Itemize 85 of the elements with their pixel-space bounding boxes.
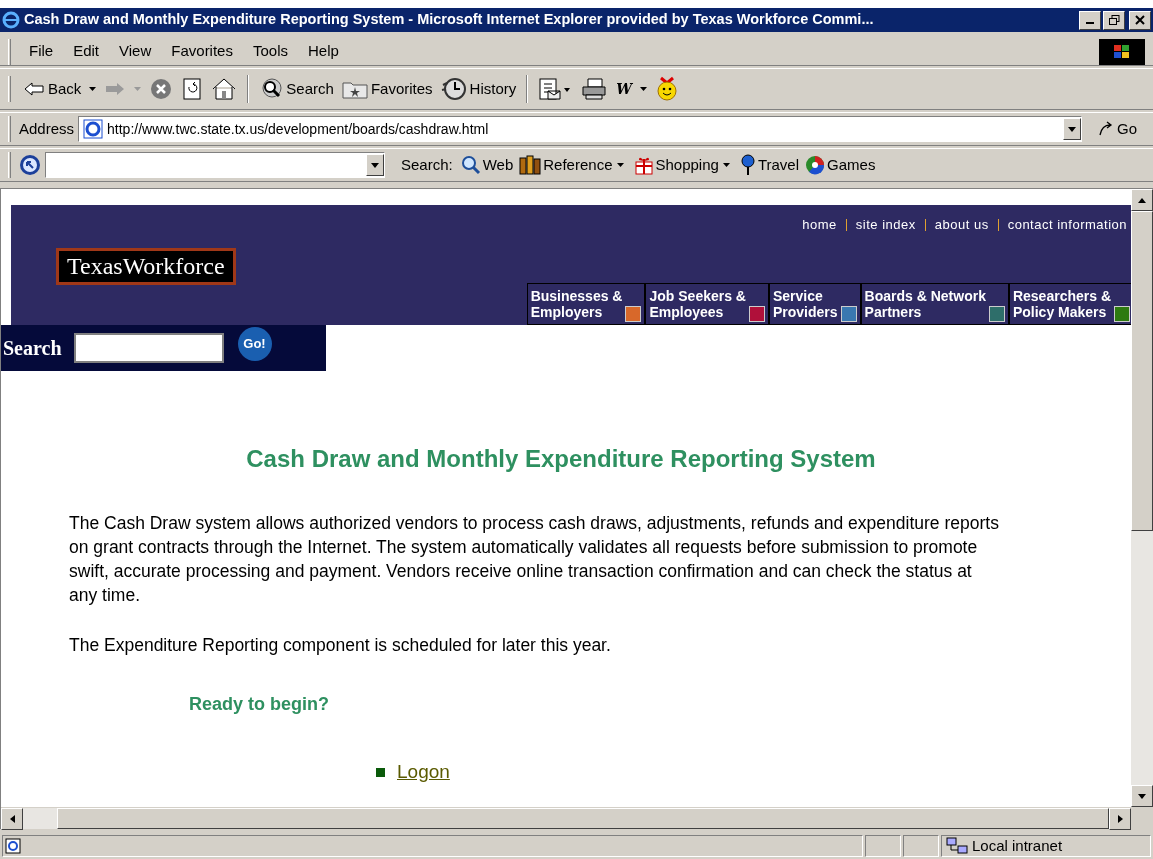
vertical-scrollbar[interactable]	[1131, 189, 1153, 807]
dropdown-caret-icon[interactable]	[616, 163, 624, 167]
link-button[interactable]: Games	[805, 153, 876, 177]
back-button[interactable]: Back	[19, 73, 86, 105]
mail-icon	[538, 77, 573, 101]
page-status-icon	[5, 838, 21, 854]
nav-tab[interactable]: Service Providers	[769, 283, 861, 325]
pin-icon	[739, 154, 756, 176]
nav-tab[interactable]: Researchers & Policy Makers	[1008, 283, 1131, 325]
dropdown-caret-icon[interactable]	[89, 87, 97, 91]
menu-item[interactable]: Favorites	[161, 40, 243, 63]
header-link[interactable]: about us	[934, 215, 989, 235]
search-label: Search	[3, 336, 62, 361]
clock-icon	[440, 77, 467, 101]
folder-star-icon	[341, 79, 368, 99]
magnifier-icon	[460, 155, 481, 175]
home-icon	[211, 77, 238, 101]
header-link[interactable]: contact information	[1007, 215, 1127, 235]
windows-logo-icon	[1112, 42, 1132, 61]
page-heading: Cash Draw and Monthly Expenditure Reporting System	[245, 444, 877, 474]
search-dropdown-button[interactable]	[366, 154, 384, 176]
browser-logo-icon	[2, 11, 20, 29]
header-link[interactable]: site index	[855, 215, 916, 235]
scroll-up-button[interactable]	[1131, 189, 1153, 211]
body-paragraph: The Expenditure Reporting component is scheduled for later this year.	[68, 634, 612, 657]
right-arrow-icon	[1117, 815, 1123, 823]
scroll-left-button[interactable]	[1, 808, 23, 830]
back-arrow-icon	[23, 80, 45, 98]
header-link[interactable]: home	[802, 215, 837, 235]
link-button[interactable]: Shopping	[633, 153, 719, 177]
books-icon	[519, 155, 542, 175]
search-field[interactable]	[45, 152, 385, 178]
prompt-text: Ready to begin?	[188, 693, 330, 716]
status-panel	[903, 835, 939, 857]
network-icon	[946, 837, 968, 855]
body-paragraph: The Cash Draw system allows authorized vendors to process cash draws, adjustments, refunds and expenditure reports on grant contracts through the Internet. The system automatically validates all requests before submission to promote swift, accurate processing and payment. Vendors receive online transaction confirmation and can check the status at any time.	[68, 512, 1000, 607]
nav-tab[interactable]: Job Seekers & Employees	[645, 283, 769, 325]
menu-item[interactable]: Help	[298, 40, 349, 63]
menu-item[interactable]: View	[109, 40, 162, 63]
status-panel	[865, 835, 901, 857]
edit-button[interactable]: W	[612, 73, 636, 105]
close-icon	[1135, 15, 1145, 25]
search-button[interactable]: Search	[255, 73, 338, 105]
gift-icon	[633, 155, 654, 175]
stop-icon	[149, 77, 174, 101]
refresh-icon	[181, 77, 204, 101]
down-arrow-icon	[1138, 793, 1146, 799]
nav-tab[interactable]: Boards & Network Partners	[860, 283, 1009, 325]
caret-icon	[371, 162, 379, 168]
restore-icon	[1108, 15, 1120, 25]
link-button[interactable]: Travel	[739, 153, 800, 177]
dropdown-caret-icon[interactable]	[640, 87, 647, 91]
up-arrow-icon	[1138, 197, 1146, 203]
go-button[interactable]: Go!	[237, 327, 272, 361]
go-arrow-icon	[1098, 121, 1114, 137]
search-label: Search:	[401, 154, 453, 175]
maximize-button[interactable]	[1103, 10, 1125, 30]
scroll-right-button[interactable]	[1109, 808, 1131, 830]
zone-label: Local intranet	[972, 835, 1063, 856]
minimize-icon	[1086, 22, 1094, 24]
site-logo[interactable]: TexasWorkforce	[56, 248, 236, 285]
bullet-square-icon	[376, 767, 385, 777]
menu-item[interactable]: Tools	[242, 40, 298, 63]
left-arrow-icon	[9, 815, 15, 823]
smiley-icon	[655, 76, 679, 102]
menu-item[interactable]: Edit	[63, 40, 110, 63]
favorites-button[interactable]: Favorites	[337, 73, 437, 105]
nav-tab[interactable]: Businesses & Employers	[526, 283, 646, 325]
close-button[interactable]	[1129, 10, 1151, 30]
scroll-down-button[interactable]	[1131, 785, 1153, 807]
minimize-button[interactable]	[1079, 10, 1101, 30]
search-icon	[259, 77, 284, 101]
logon-link[interactable]: Logon	[397, 758, 450, 787]
search-field[interactable]	[73, 333, 224, 363]
ball-icon	[805, 155, 826, 175]
printer-icon	[580, 77, 609, 101]
scroll-thumb[interactable]	[1131, 211, 1153, 531]
link-button[interactable]: Web	[460, 153, 514, 177]
dropdown-caret-icon[interactable]	[722, 163, 730, 167]
link-button[interactable]: Reference	[519, 153, 613, 177]
window-title: Cash Draw and Monthly Expenditure Reporting System - Microsoft Internet Explorer provided by Texas Workforce Commi...	[24, 10, 875, 30]
menu-item[interactable]: File	[19, 40, 64, 63]
go-button[interactable]: Go	[1090, 117, 1145, 141]
address-label: Address	[19, 118, 75, 139]
history-button[interactable]: History	[436, 73, 521, 105]
